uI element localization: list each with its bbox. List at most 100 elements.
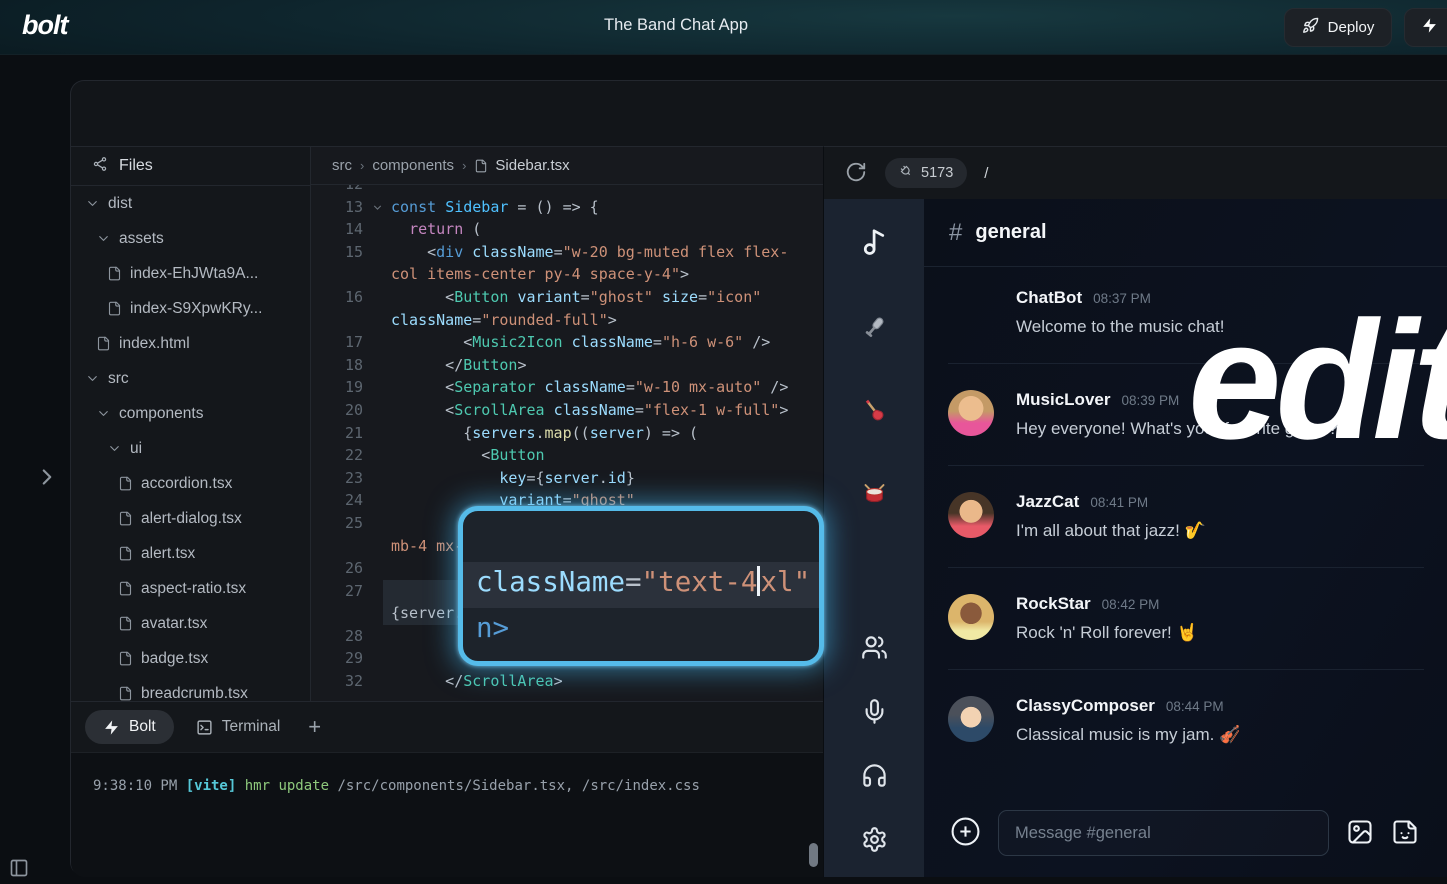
tree-label: accordion.tsx: [141, 475, 232, 493]
tree-folder-src[interactable]: src: [71, 361, 310, 396]
code-line: className="rounded-full">: [311, 309, 823, 332]
tree-file-index-s9xpwkry-[interactable]: index-S9XpwKRy...: [71, 291, 310, 326]
code-line: 23 key={server.id}: [311, 467, 823, 490]
tree-file-alert-tsx[interactable]: alert.tsx: [71, 536, 310, 571]
timestamp: 08:39 PM: [1121, 393, 1179, 408]
image-icon[interactable]: [1346, 818, 1374, 849]
terminal-scrollbar-thumb[interactable]: [809, 843, 818, 867]
code-text: <Separator className="w-10 mx-auto" />: [391, 376, 788, 399]
magnified-code: className="text-4xl": [476, 566, 810, 598]
file-icon: [118, 511, 133, 526]
line-number: 26: [325, 557, 363, 580]
message-text: I'm all about that jazz! 🎷: [1016, 521, 1206, 541]
tree-folder-components[interactable]: components: [71, 396, 310, 431]
app-window: bolt The Band Chat App Deploy C Files di…: [0, 0, 1447, 884]
fold-chevron-icon[interactable]: [371, 196, 384, 219]
line-number: 16: [325, 286, 363, 309]
panel-left-toggle-icon[interactable]: [8, 858, 30, 878]
microphone-emoji-icon[interactable]: [861, 314, 888, 341]
breadcrumb-separator: ›: [360, 158, 364, 173]
tree-folder-dist[interactable]: dist: [71, 186, 310, 221]
code-text: const Sidebar = () => {: [391, 196, 599, 219]
timestamp: 08:41 PM: [1090, 495, 1148, 510]
tree-file-badge-tsx[interactable]: badge.tsx: [71, 641, 310, 676]
file-icon: [107, 266, 122, 281]
code-line: 18 </Button>: [311, 354, 823, 377]
terminal-tab-terminal[interactable]: Terminal: [196, 710, 281, 744]
mic-icon[interactable]: [861, 698, 888, 725]
code-line: 15 <div className="w-20 bg-muted flex fl…: [311, 241, 823, 264]
tree-folder-assets[interactable]: assets: [71, 221, 310, 256]
code-line: 17 <Music2Icon className="h-6 w-6" />: [311, 331, 823, 354]
code-line: 32 </ScrollArea>: [311, 670, 823, 693]
preview-url-bar: 5173 /: [824, 147, 1447, 199]
file-icon: [118, 581, 133, 596]
terminal-output[interactable]: 9:38:10 PM [vite] hmr update /src/compon…: [71, 752, 823, 877]
tree-label: index-S9XpwKRy...: [130, 300, 262, 318]
tree-file-alert-dialog-tsx[interactable]: alert-dialog.tsx: [71, 501, 310, 536]
guitar-emoji-icon[interactable]: [861, 397, 888, 424]
settings-icon[interactable]: [861, 826, 888, 853]
users-icon[interactable]: [861, 634, 888, 661]
file-tree: distassetsindex-EhJWta9A... index-S9XpwKR…: [71, 186, 310, 701]
code-text: <ScrollArea className="flex-1 w-full">: [391, 399, 788, 422]
music-note-icon[interactable]: [858, 225, 891, 258]
plus-circle-icon[interactable]: [950, 816, 981, 850]
terminal-tabs: Bolt Terminal +: [71, 702, 823, 752]
port-badge[interactable]: 5173: [885, 158, 967, 188]
tree-file-breadcrumb-tsx[interactable]: breadcrumb.tsx: [71, 676, 310, 701]
code-line: 14 return (: [311, 218, 823, 241]
tree-file-index-html[interactable]: index.html: [71, 326, 310, 361]
tree-label: ui: [130, 440, 142, 458]
sticker-icon[interactable]: [1391, 818, 1419, 849]
deploy-button[interactable]: Deploy: [1284, 8, 1392, 47]
line-number: 15: [325, 241, 363, 264]
message-input[interactable]: [998, 810, 1329, 856]
tree-file-accordion-tsx[interactable]: accordion.tsx: [71, 466, 310, 501]
zap-icon: [103, 719, 120, 736]
username: MusicLover: [1016, 390, 1110, 410]
terminal-panel: Bolt Terminal + 9:38:10 PM [vite] hmr upda…: [71, 701, 823, 877]
tree-file-avatar-tsx[interactable]: avatar.tsx: [71, 606, 310, 641]
terminal-tab-bolt[interactable]: Bolt: [85, 710, 174, 744]
chevron-down-icon: [85, 196, 100, 211]
tree-folder-ui[interactable]: ui: [71, 431, 310, 466]
zap-icon: [1421, 17, 1438, 38]
headphones-icon[interactable]: [861, 762, 888, 789]
plug-icon: [899, 164, 913, 182]
breadcrumb-item[interactable]: components: [372, 157, 454, 174]
breadcrumb-file[interactable]: Sidebar.tsx: [474, 157, 569, 174]
message-header: JazzCat08:41 PM: [1016, 492, 1206, 512]
code-text: </Button>: [391, 354, 526, 377]
tree-file-aspect-ratio-tsx[interactable]: aspect-ratio.tsx: [71, 571, 310, 606]
url-path[interactable]: /: [984, 165, 988, 182]
breadcrumb-item[interactable]: src: [332, 157, 352, 174]
file-icon: [118, 616, 133, 631]
message-text: Rock 'n' Roll forever! 🤘: [1016, 623, 1198, 643]
username: ClassyComposer: [1016, 696, 1155, 716]
workbench-panel: Files distassetsindex-EhJWta9A...index-S…: [70, 80, 1447, 876]
timestamp: 08:37 PM: [1093, 291, 1151, 306]
tree-label: aspect-ratio.tsx: [141, 580, 246, 598]
code-text: return (: [391, 218, 481, 241]
tree-label: src: [108, 370, 129, 388]
line-number: 25: [325, 512, 363, 535]
refresh-icon[interactable]: [844, 161, 868, 185]
clipped-action-button[interactable]: C: [1404, 8, 1447, 47]
line-number: 28: [325, 625, 363, 648]
deploy-label: Deploy: [1328, 19, 1375, 36]
expand-sidebar-chevron-icon[interactable]: [34, 462, 60, 492]
file-icon: [118, 546, 133, 561]
code-line: 22 <Button: [311, 444, 823, 467]
code-line: 13const Sidebar = () => {: [311, 196, 823, 219]
code-text: {servers.map((server) => (: [391, 422, 698, 445]
add-terminal-button[interactable]: +: [302, 715, 327, 739]
message-body: ClassyComposer08:44 PMClassical music is…: [1016, 696, 1240, 745]
share-icon: [92, 156, 108, 177]
drum-emoji-icon[interactable]: [861, 480, 888, 507]
code-line: 19 <Separator className="w-10 mx-auto" /…: [311, 376, 823, 399]
breadcrumb: src›components›Sidebar.tsx: [311, 147, 823, 185]
line-number: 18: [325, 354, 363, 377]
preview-pane: 5173 / # general ChatBot08:37 PMWelcome …: [823, 146, 1447, 877]
tree-file-index-ehjwta9a-[interactable]: index-EhJWta9A...: [71, 256, 310, 291]
